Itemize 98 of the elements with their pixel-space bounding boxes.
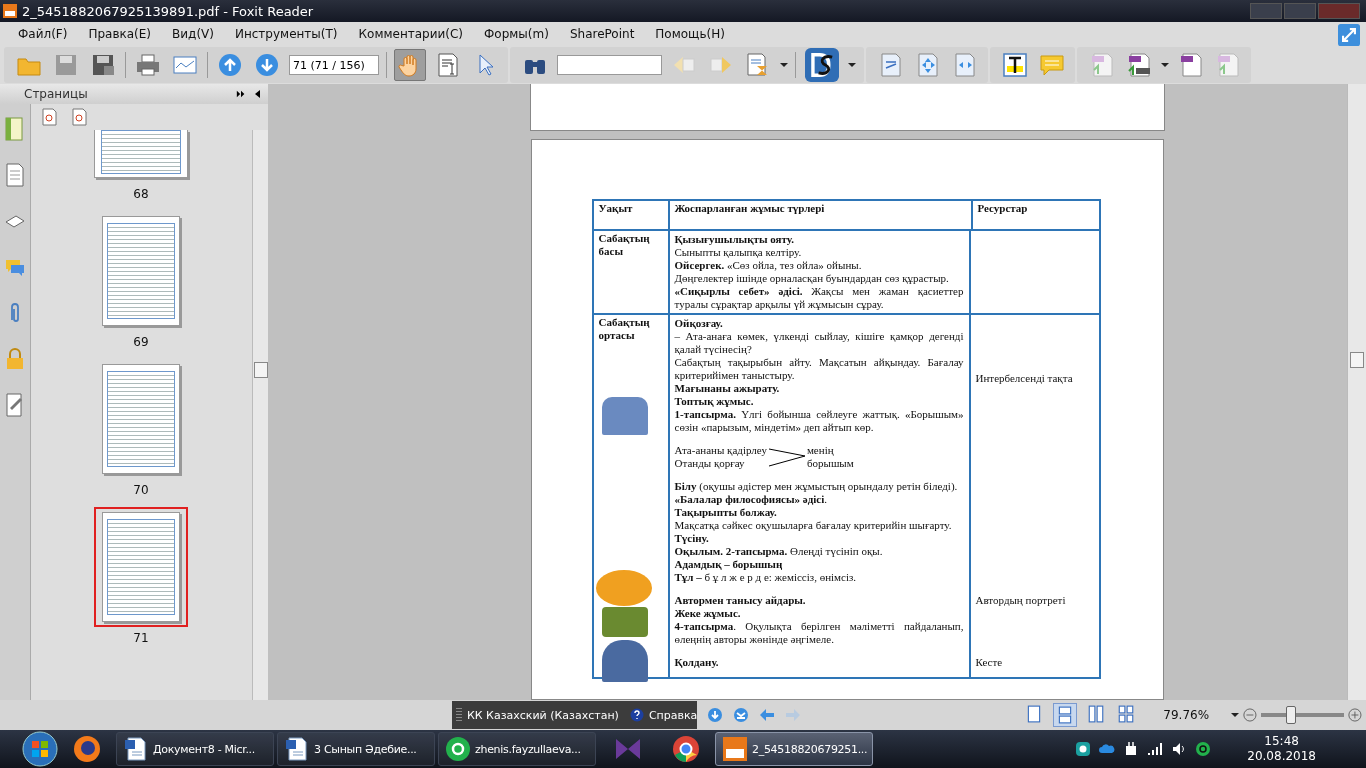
menu-item[interactable]: SharePoint [569, 27, 635, 41]
taskbar-button[interactable]: 2_54518820679251... [715, 732, 873, 766]
converging-lines-icon [768, 446, 805, 468]
diagram-label: менің [806, 444, 835, 457]
page-number: 69 [133, 335, 149, 349]
word-document-icon [123, 736, 149, 762]
search-field[interactable] [557, 55, 662, 75]
menu-item[interactable]: Инструменты(T) [234, 27, 338, 41]
paragraph: Ойсергек. «Сөз ойла, тез ойла» ойыны. [674, 259, 863, 272]
fullscreen-icon[interactable] [1338, 24, 1360, 46]
dropdown-caret-icon[interactable] [1161, 63, 1169, 67]
dropdown-caret-icon[interactable] [780, 63, 788, 67]
taskbar-button[interactable]: zhenis.fayzullaeva... [438, 732, 596, 766]
diagram-label: Ата-ананы қадірлеу [674, 444, 767, 457]
diagram-label: Отанды қорғау [674, 457, 746, 470]
last-page-icon[interactable] [733, 707, 750, 723]
zoom-page-icon[interactable] [71, 108, 89, 126]
word-document-icon [284, 736, 310, 762]
paragraph: Ойқозғау. [674, 317, 724, 330]
paragraph: «Сиқырлы себет» әдісі. Жақсы мен жаман қасиеттер туралы сұрақтар арқылы үй жұмысын сұрау. [674, 285, 964, 311]
diagram-label: борышым [806, 457, 854, 470]
table-cell-text: Сабақтың ортасы [598, 316, 651, 342]
paragraph: – Ата-анаға көмек, үлкенді сыйлау, кішіге қамқор дегенді қалай түсінесің? [674, 330, 964, 356]
pages-icon[interactable] [4, 116, 26, 142]
table-cell-text: Сабақтың басы [598, 232, 651, 258]
page-thumbnail[interactable] [94, 507, 188, 627]
paragraph: Топтық жұмыс. [674, 395, 755, 408]
menu-item[interactable]: Помощь(H) [655, 27, 725, 41]
illustration-placeholder [601, 397, 648, 435]
table-cell: Автордың портреті [975, 594, 1066, 606]
paragraph: Дөңгелектер ішінде орналасқан буындардан сөз құрастыр. [674, 272, 950, 285]
paragraph: Тұл – б ұ л ж е р д е: жеміссіз, өнімсіз. [674, 571, 858, 584]
paragraph: Сыныпты қалыпқа келтіру. [674, 246, 803, 259]
paragraph: Сабақтың тақырыбын айту. Мақсатын айқындау. Бағалау критерийімен таныстыру. [674, 356, 964, 382]
help-button[interactable]: Справка [648, 708, 698, 722]
menu-item[interactable]: Файл(F) [18, 27, 68, 41]
page-number: 70 [133, 483, 149, 497]
clock-time[interactable]: 15:48 [1264, 734, 1299, 749]
hand-icon[interactable] [394, 49, 426, 81]
taskbar-button[interactable]: Документ8 - Micr... [116, 732, 274, 766]
taskbar-button[interactable]: 3 Сынып Әдебие... [277, 732, 435, 766]
paragraph: 1-тапсырма. Үлгі бойынша сөйлеуге жаттық. «Борышым» сөзін «парызым, міндетім» деп айтып көр. [674, 408, 964, 434]
antivirus-icon[interactable] [1075, 741, 1092, 757]
zoom-page-icon[interactable] [41, 108, 59, 126]
paragraph: Қолдану. [674, 656, 720, 669]
table-cell: Кесте [975, 656, 1003, 668]
illustration-placeholder [601, 640, 648, 682]
column-header: Уақыт [598, 202, 633, 214]
menu-item[interactable]: Формы(m) [484, 27, 549, 41]
typewriter-icon[interactable] [1000, 50, 1030, 80]
paragraph: Оқылым. 2-тапсырма. Өлеңді түсініп оқы. [674, 545, 884, 558]
menu-item[interactable]: Вид(V) [172, 27, 214, 41]
paragraph: «Балалар философиясы» әдісі. [674, 493, 828, 506]
paragraph: 4-тапсырма. Оқулықта берілген мәліметті пайдаланып, өлеңнің авторы жөнінде әңгімеле. [674, 620, 964, 646]
column-header: Ресурстар [977, 202, 1028, 214]
paragraph: Тақырыпты болжау. [674, 506, 778, 519]
page-number-field[interactable]: 71 (71 / 156) [289, 55, 379, 75]
illustration-placeholder [595, 570, 652, 606]
menu-item[interactable]: Комментарии(C) [358, 27, 464, 41]
column-header: Жоспарланған жұмыс түрлері [674, 202, 825, 214]
browser-icon[interactable] [72, 734, 102, 764]
paragraph: Автормен танысу айдары. [674, 594, 807, 607]
window-title: 2_5451882067925139891.pdf - Foxit Reader [22, 3, 315, 19]
zoom-in-icon[interactable] [1348, 707, 1362, 723]
dropdown-caret-icon[interactable] [1231, 713, 1240, 717]
ds-logo-icon[interactable] [803, 46, 841, 84]
paragraph: Білу (оқушы әдістер мен жұмыстың орындалу ретін біледі). [674, 480, 959, 493]
start-button[interactable] [22, 731, 58, 767]
dropdown-caret-icon[interactable] [848, 63, 856, 67]
slider-thumb[interactable] [1286, 706, 1297, 724]
zoom-level[interactable]: 79.76% [1163, 708, 1210, 722]
clock-date[interactable]: 20.08.2018 [1247, 749, 1316, 764]
language-selector[interactable]: КК Казахский (Казахстан) [467, 708, 619, 722]
arrow-down-icon[interactable] [707, 707, 724, 723]
page-number: 68 [133, 187, 149, 201]
page-number: 71 [133, 631, 149, 645]
pdf-icon [2, 3, 18, 19]
pdf-icon [722, 736, 748, 762]
back-arrow-icon[interactable] [759, 707, 776, 723]
panel-title: Страницы [24, 87, 89, 101]
paragraph: Адамдық – борышың [674, 558, 784, 571]
scrollbar[interactable] [252, 130, 268, 700]
menu-item[interactable]: Правка(E) [88, 27, 152, 41]
continuous-page-icon[interactable] [1053, 703, 1078, 727]
illustration-placeholder [601, 607, 648, 637]
chrome-icon[interactable] [671, 734, 701, 764]
page-icon[interactable] [4, 162, 26, 188]
paragraph: Мақсатқа сәйкес оқушыларға бағалау критерийін шығарту. [674, 519, 953, 532]
paragraph: Жеке жұмыс. [674, 607, 742, 620]
paragraph: Түсіну. [674, 532, 710, 545]
table-cell: Интербелсенді тақта [975, 372, 1073, 385]
paragraph: Мағынаны ажырату. [674, 382, 781, 395]
scrollbar[interactable] [1347, 84, 1366, 700]
double-arrow-icon[interactable] [236, 89, 246, 99]
lock-icon[interactable] [4, 346, 26, 372]
paragraph: Қызығушылықты ояту. [674, 233, 795, 246]
signal-icon[interactable] [1147, 741, 1164, 757]
help-icon [629, 708, 644, 722]
